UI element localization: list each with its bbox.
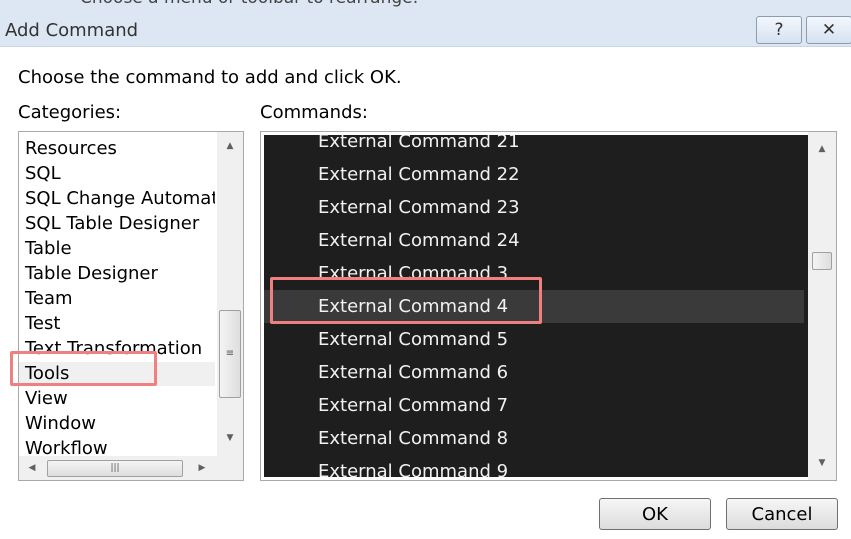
grip-icon: ≡ bbox=[225, 348, 235, 359]
command-item-label: External Command 23 bbox=[318, 197, 520, 218]
categories-scroll-thumb[interactable]: ≡ bbox=[219, 310, 241, 398]
dialog-title: Add Command bbox=[5, 20, 139, 41]
category-item-sql-table-designer[interactable]: SQL Table Designer bbox=[25, 212, 199, 236]
cancel-button[interactable]: Cancel bbox=[726, 498, 838, 530]
command-item[interactable]: External Command 9 bbox=[264, 455, 804, 477]
command-item-label: External Command 9 bbox=[318, 461, 509, 477]
title-bar: Choose a menu or toolbar to rearrange: A… bbox=[0, 0, 851, 47]
help-icon: ? bbox=[774, 20, 784, 40]
command-item[interactable]: External Command 22 bbox=[264, 158, 804, 191]
category-item-sql[interactable]: SQL bbox=[25, 162, 61, 186]
scroll-left-arrow-icon[interactable]: ◀ bbox=[21, 456, 43, 480]
category-item-sql-change-automation[interactable]: SQL Change Automation bbox=[25, 187, 215, 211]
command-item[interactable]: External Command 6 bbox=[264, 356, 804, 389]
command-item-label: External Command 22 bbox=[318, 164, 520, 185]
close-icon: ✕ bbox=[821, 20, 837, 40]
categories-vertical-scrollbar[interactable]: ▲ ≡ ▼ bbox=[217, 132, 243, 456]
commands-scroll-thumb[interactable] bbox=[812, 252, 832, 270]
command-item[interactable]: External Command 21 bbox=[264, 135, 804, 158]
highlight-box-tools bbox=[10, 351, 157, 386]
scroll-up-arrow-icon[interactable]: ▲ bbox=[217, 136, 243, 156]
command-item-label: External Command 21 bbox=[318, 135, 520, 152]
command-item-label: External Command 6 bbox=[318, 362, 509, 383]
categories-hscroll-thumb[interactable]: ||| bbox=[47, 460, 183, 477]
command-item-label: External Command 8 bbox=[318, 428, 509, 449]
category-item-workflow[interactable]: Workflow bbox=[25, 437, 108, 456]
command-item[interactable]: External Command 5 bbox=[264, 323, 804, 356]
help-button[interactable]: ? bbox=[756, 16, 802, 44]
scroll-right-arrow-icon[interactable]: ▶ bbox=[191, 456, 213, 480]
scroll-up-arrow-icon[interactable]: ▲ bbox=[808, 138, 836, 160]
category-item-test[interactable]: Test bbox=[25, 312, 60, 336]
highlight-box-command bbox=[270, 277, 542, 324]
commands-label: Commands: bbox=[260, 102, 368, 123]
command-item-label: External Command 24 bbox=[318, 230, 520, 251]
categories-list: Resources SQL SQL Change Automation SQL … bbox=[19, 132, 215, 456]
ok-button[interactable]: OK bbox=[599, 498, 711, 530]
background-window-label: Choose a menu or toolbar to rearrange: bbox=[80, 0, 418, 8]
grip-icon: ||| bbox=[110, 463, 120, 473]
command-item[interactable]: External Command 23 bbox=[264, 191, 804, 224]
command-item[interactable]: External Command 24 bbox=[264, 224, 804, 257]
command-item-label: External Command 7 bbox=[318, 395, 509, 416]
categories-horizontal-scrollbar[interactable]: ◀ ||| ▶ bbox=[19, 456, 243, 480]
categories-label: Categories: bbox=[18, 102, 122, 123]
scroll-down-arrow-icon[interactable]: ▼ bbox=[217, 428, 243, 448]
category-item-team[interactable]: Team bbox=[25, 287, 73, 311]
command-item[interactable]: External Command 8 bbox=[264, 422, 804, 455]
category-item-resources[interactable]: Resources bbox=[25, 137, 117, 161]
command-item[interactable]: External Command 7 bbox=[264, 389, 804, 422]
background-window-text: Choose a menu or toolbar to rearrange: bbox=[0, 0, 520, 8]
scroll-down-arrow-icon[interactable]: ▼ bbox=[808, 452, 836, 474]
category-item-view[interactable]: View bbox=[25, 387, 68, 411]
close-button[interactable]: ✕ bbox=[806, 16, 851, 44]
category-item-window[interactable]: Window bbox=[25, 412, 96, 436]
command-item-label: External Command 5 bbox=[318, 329, 509, 350]
category-item-table[interactable]: Table bbox=[25, 237, 72, 261]
categories-listbox[interactable]: Resources SQL SQL Change Automation SQL … bbox=[18, 131, 244, 481]
category-item-table-designer[interactable]: Table Designer bbox=[25, 262, 158, 286]
instruction-text: Choose the command to add and click OK. bbox=[18, 67, 402, 88]
commands-vertical-scrollbar[interactable]: ▲ ▼ bbox=[808, 132, 836, 480]
